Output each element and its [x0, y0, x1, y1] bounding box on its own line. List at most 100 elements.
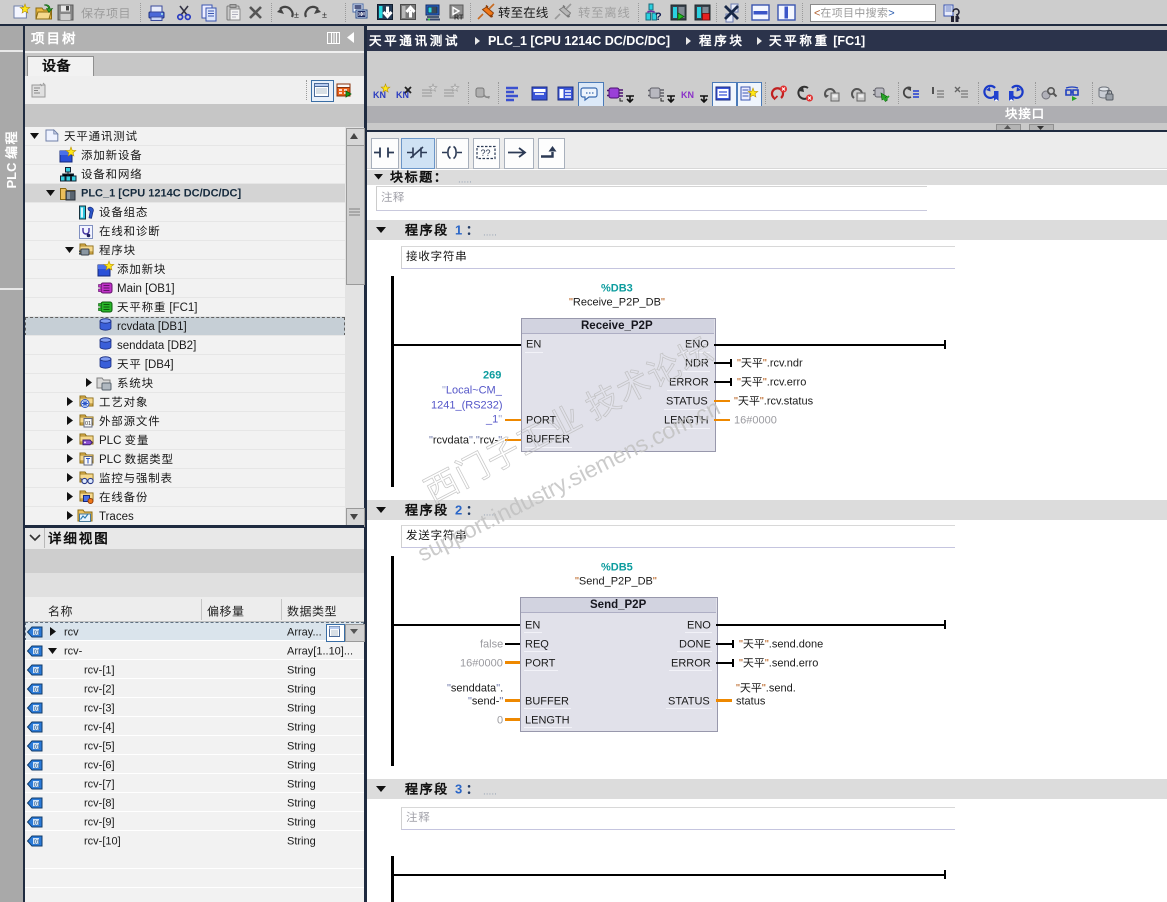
svg-text:senddata [DB2]: senddata [DB2]	[117, 340, 196, 352]
svg-text:01: 01	[359, 12, 365, 18]
svg-text:send-: send-	[472, 695, 500, 707]
svg-text:String: String	[287, 740, 316, 752]
svg-text:": "	[653, 576, 657, 588]
svg-text:01: 01	[34, 839, 40, 845]
svg-text:3: 3	[455, 781, 462, 796]
svg-text:.....: .....	[458, 174, 472, 185]
svg-text:.rcv.ndr: .rcv.ndr	[767, 358, 803, 370]
svg-text:<: <	[814, 7, 820, 19]
svg-text:REQ: REQ	[525, 638, 549, 650]
svg-text:01: 01	[34, 706, 40, 712]
svg-text:1: 1	[455, 222, 462, 237]
svg-text:.....: .....	[483, 786, 497, 797]
svg-text:01: 01	[34, 649, 40, 655]
svg-text:01: 01	[34, 630, 40, 636]
svg-text:rcv-[7]: rcv-[7]	[84, 778, 115, 790]
svg-text:KN: KN	[681, 90, 694, 100]
svg-text:[FC1]: [FC1]	[830, 34, 865, 48]
svg-text:.send.: .send.	[766, 682, 796, 694]
svg-text:String: String	[287, 664, 316, 676]
svg-text:ERROR: ERROR	[671, 657, 711, 669]
svg-text:EN: EN	[525, 619, 540, 631]
svg-text:PLC_1 [CPU 1214C DC/DC/DC]: PLC_1 [CPU 1214C DC/DC/DC]	[81, 188, 241, 200]
svg-text:0: 0	[497, 714, 503, 726]
svg-text:rcvdata: rcvdata	[433, 435, 470, 447]
svg-text:String: String	[287, 702, 316, 714]
svg-text:BUFFER: BUFFER	[525, 695, 569, 707]
svg-text:Array...: Array...	[287, 626, 322, 638]
svg-text:01: 01	[34, 763, 40, 769]
svg-text:Array[1..10]...: Array[1..10]...	[287, 645, 353, 657]
svg-text:String: String	[287, 721, 316, 733]
svg-text:PLC: PLC	[99, 454, 125, 466]
svg-text:PLC: PLC	[99, 435, 125, 447]
svg-text:rcv-[2]: rcv-[2]	[84, 683, 115, 695]
svg-text:EN: EN	[526, 339, 541, 351]
svg-text:Send_P2P_DB: Send_P2P_DB	[579, 576, 653, 588]
svg-text:": "	[739, 638, 743, 650]
svg-text:[DB4]: [DB4]	[142, 359, 174, 371]
svg-text:.....: .....	[483, 227, 497, 238]
svg-text:_1: _1	[485, 414, 498, 426]
svg-text:rcvdata [DB1]: rcvdata [DB1]	[117, 321, 187, 333]
svg-text:RT: RT	[454, 15, 464, 22]
svg-text:ENO: ENO	[687, 619, 711, 631]
svg-text:>: >	[888, 7, 894, 19]
svg-text:Receive_P2P_DB: Receive_P2P_DB	[573, 297, 661, 309]
svg-text:false: false	[480, 638, 503, 650]
svg-text:String: String	[287, 835, 316, 847]
svg-text:rcv-[5]: rcv-[5]	[84, 740, 115, 752]
svg-text:": "	[734, 396, 738, 408]
svg-text:LENGTH: LENGTH	[525, 714, 570, 726]
svg-text:??: ??	[480, 148, 490, 158]
svg-text:Traces: Traces	[99, 511, 134, 523]
svg-text:01: 01	[85, 421, 91, 427]
svg-text:rcv-: rcv-	[64, 645, 83, 657]
svg-text:rcv: rcv	[64, 626, 79, 638]
svg-text:01: 01	[34, 782, 40, 788]
svg-text:status: status	[736, 695, 766, 707]
svg-text:Main [OB1]: Main [OB1]	[117, 283, 175, 295]
svg-text:rcv-[9]: rcv-[9]	[84, 816, 115, 828]
svg-text:String: String	[287, 683, 316, 695]
svg-text:DONE: DONE	[679, 638, 711, 650]
svg-text:01: 01	[34, 725, 40, 731]
svg-text:.send.done: .send.done	[769, 638, 823, 650]
svg-text:PLC_1 [CPU 1214C DC/DC/DC]: PLC_1 [CPU 1214C DC/DC/DC]	[488, 34, 670, 48]
svg-text:16#0000: 16#0000	[460, 657, 503, 669]
svg-text:": "	[661, 297, 665, 309]
svg-text:PLC: PLC	[4, 159, 19, 189]
svg-text:": "	[737, 377, 741, 389]
svg-text:STATUS: STATUS	[668, 695, 710, 707]
svg-text:rcv-[4]: rcv-[4]	[84, 721, 115, 733]
svg-text:rcv-[6]: rcv-[6]	[84, 759, 115, 771]
svg-text:rcv-[3]: rcv-[3]	[84, 702, 115, 714]
svg-text:PORT: PORT	[525, 657, 556, 669]
svg-text:.send.erro: .send.erro	[769, 657, 819, 669]
svg-text:": "	[498, 414, 502, 426]
svg-text:01: 01	[34, 801, 40, 807]
svg-text:Receive_P2P: Receive_P2P	[581, 321, 653, 333]
svg-text:01: 01	[34, 668, 40, 674]
svg-text:[FC1]: [FC1]	[166, 302, 197, 314]
svg-text:.rcv.status: .rcv.status	[764, 396, 814, 408]
svg-text:±: ±	[322, 10, 327, 20]
svg-text:01: 01	[34, 687, 40, 693]
svg-text:269: 269	[483, 370, 501, 382]
svg-text:16#0000: 16#0000	[734, 415, 777, 427]
svg-text:": "	[499, 695, 503, 707]
svg-text:Send_P2P: Send_P2P	[590, 600, 647, 612]
svg-text:String: String	[287, 759, 316, 771]
svg-text:String: String	[287, 797, 316, 809]
svg-text:.rcv.erro: .rcv.erro	[767, 377, 807, 389]
svg-text:": "	[739, 657, 743, 669]
svg-text:rcv-[1]: rcv-[1]	[84, 664, 115, 676]
svg-text:String: String	[287, 778, 316, 790]
svg-text:String: String	[287, 816, 316, 828]
svg-text:01: 01	[34, 820, 40, 826]
svg-text:01: 01	[34, 744, 40, 750]
svg-text:rcv-[10]: rcv-[10]	[84, 835, 121, 847]
svg-text:rcv-[8]: rcv-[8]	[84, 797, 115, 809]
svg-text:±: ±	[294, 10, 299, 20]
svg-text:?: ?	[655, 11, 662, 23]
